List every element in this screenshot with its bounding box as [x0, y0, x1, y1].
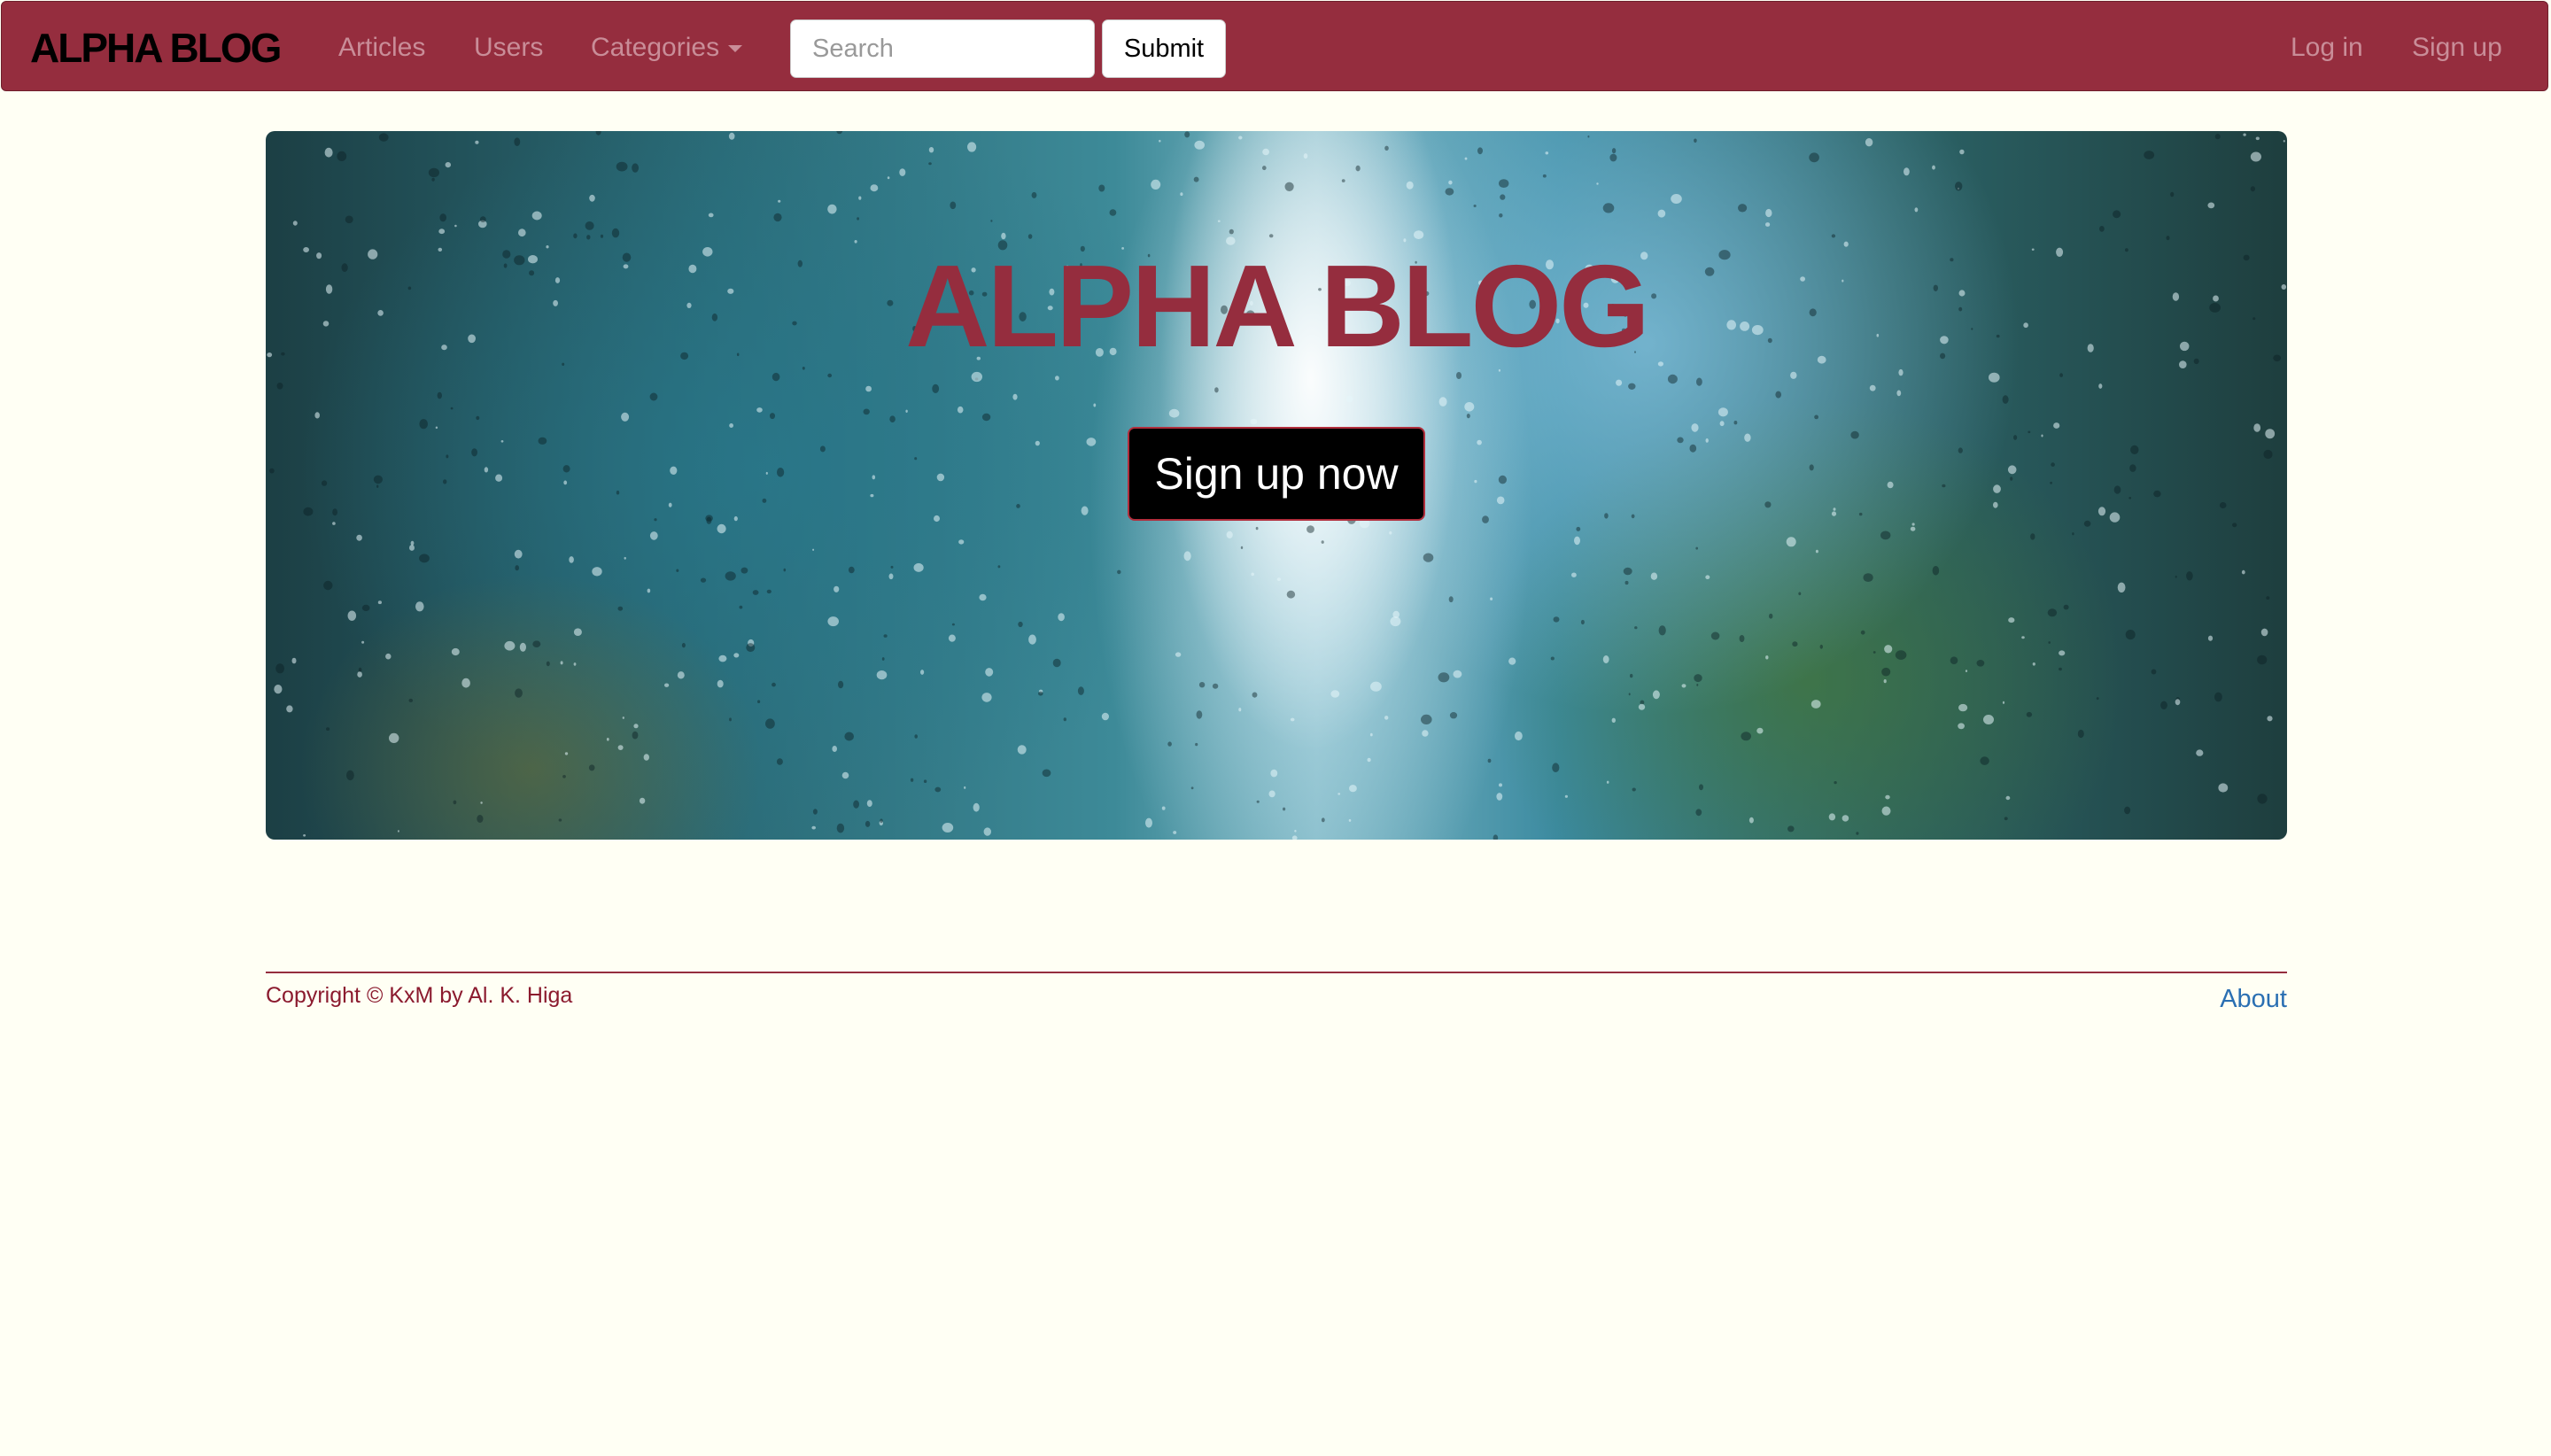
nav-articles[interactable]: Articles — [338, 2, 425, 94]
nav-categories-label: Categories — [591, 33, 720, 62]
nav-users[interactable]: Users — [474, 2, 543, 94]
signup-now-button[interactable]: Sign up now — [1128, 427, 1425, 521]
hero-title: ALPHA BLOG — [905, 241, 1650, 371]
top-navbar: ALPHA BLOG Articles Users Categories Sub… — [1, 1, 2548, 91]
nav-signup[interactable]: Sign up — [2412, 2, 2502, 94]
nav-categories-dropdown[interactable]: Categories — [591, 2, 743, 94]
search-input[interactable] — [790, 19, 1095, 78]
footer-about-link[interactable]: About — [2220, 985, 2287, 1014]
brand-logo[interactable]: ALPHA BLOG — [30, 2, 282, 94]
nav-login[interactable]: Log in — [2291, 2, 2363, 94]
hero-jumbotron: ALPHA BLOG Sign up now — [266, 131, 2287, 840]
footer-copyright: Copyright © KxM by Al. K. Higa — [266, 983, 573, 1008]
caret-down-icon — [728, 45, 743, 53]
search-submit-button[interactable]: Submit — [1102, 19, 1226, 78]
footer-divider — [266, 972, 2287, 973]
